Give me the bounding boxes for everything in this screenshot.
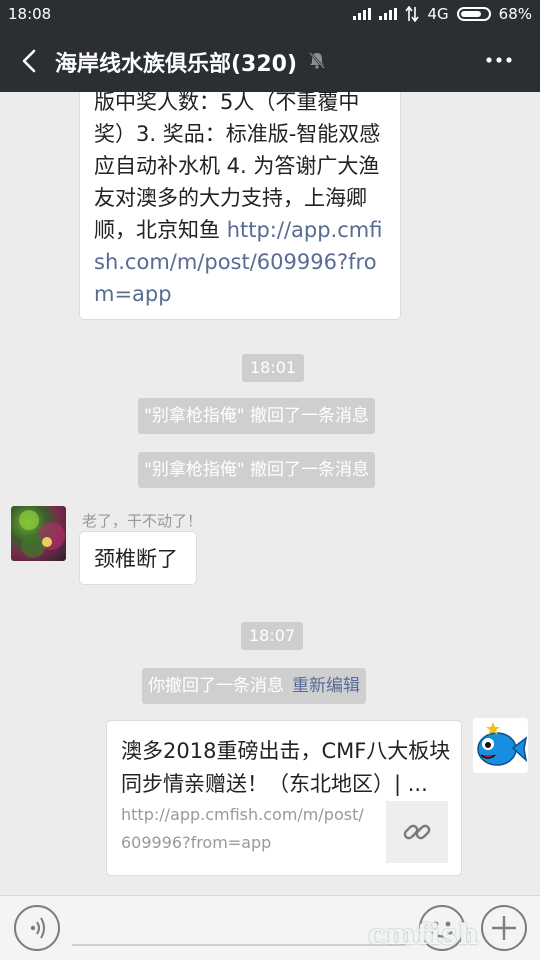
chat-screen: 18:08 4G 68% 海岸线水族俱乐部(320) 版中奖人数：5人（不重覆中… xyxy=(0,0,540,960)
voice-icon xyxy=(30,917,45,939)
status-indicators: 4G 68% xyxy=(353,5,532,23)
own-recall-text: 你撤回了一条消息 xyxy=(148,676,284,696)
chat-title: 海岸线水族俱乐部(320) xyxy=(55,52,298,77)
network-type: 4G xyxy=(427,5,449,23)
timestamp: 18:01 xyxy=(242,354,305,382)
link-card-title: 澳多2018重磅出击，CMF八大板块同步情亲赠送！（东北地区）| ... xyxy=(121,739,451,796)
more-dots-icon[interactable] xyxy=(484,48,514,72)
title-bar: 海岸线水族俱乐部(320) xyxy=(0,30,540,92)
message-bubble[interactable]: 颈椎断了 xyxy=(79,531,197,585)
recall-notice: "别拿枪指俺" 撤回了一条消息 xyxy=(138,452,376,488)
status-time: 18:08 xyxy=(8,5,52,23)
own-recall-notice: 你撤回了一条消息 重新编辑 xyxy=(142,668,366,704)
plus-icon xyxy=(492,916,516,940)
sender-name: 老了，干不动了！ xyxy=(82,512,203,530)
message-input[interactable] xyxy=(72,944,406,946)
mute-bell-icon xyxy=(309,52,325,69)
signal-icon xyxy=(353,8,372,20)
link-card-url: http://app.cmfish.com/m/post/609996?from… xyxy=(121,805,364,852)
re-edit-link[interactable]: 重新编辑 xyxy=(292,676,360,696)
signal-icon-2 xyxy=(379,8,398,20)
back-arrow-icon[interactable] xyxy=(16,46,46,76)
recall-notice: "别拿枪指俺" 撤回了一条消息 xyxy=(138,398,376,434)
timestamp: 18:07 xyxy=(241,622,304,650)
battery-level: 68% xyxy=(498,5,532,23)
plus-button[interactable] xyxy=(481,905,527,951)
own-avatar[interactable] xyxy=(473,718,528,773)
battery-icon xyxy=(456,7,491,21)
status-bar: 18:08 4G 68% xyxy=(0,0,540,30)
voice-button[interactable] xyxy=(14,905,60,951)
link-chain-icon xyxy=(386,801,448,863)
message-text-partial: 版中奖人数：5人（不重覆中奖）3. 奖品：标准版-智能双感应自动补水机 4. 为… xyxy=(94,92,386,310)
fish-avatar-icon xyxy=(477,722,528,766)
message-bubble-partial[interactable]: 版中奖人数：5人（不重覆中奖）3. 奖品：标准版-智能双感应自动补水机 4. 为… xyxy=(79,92,401,320)
data-arrows-icon xyxy=(405,6,420,22)
avatar[interactable] xyxy=(11,506,66,561)
link-card[interactable]: 澳多2018重磅出击，CMF八大板块同步情亲赠送！（东北地区）| ... htt… xyxy=(106,720,462,876)
watermark: cmfish xyxy=(368,918,480,951)
